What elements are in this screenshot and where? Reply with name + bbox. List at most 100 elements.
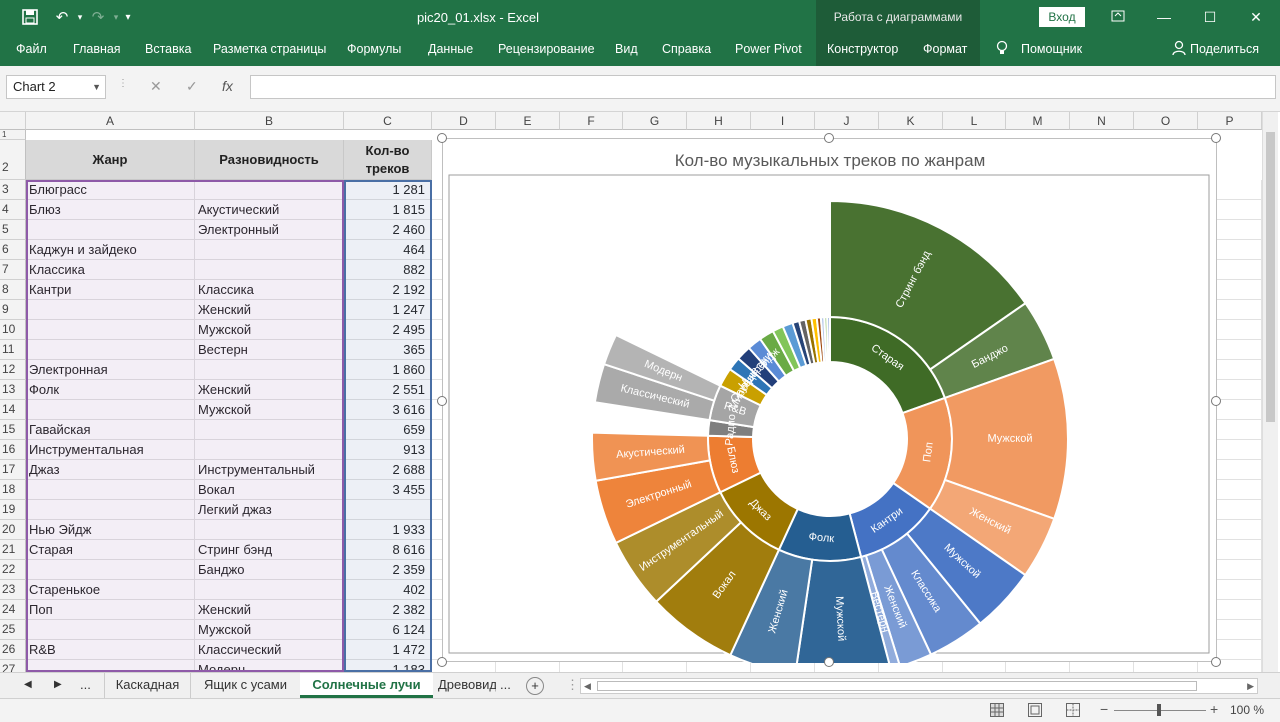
row-header[interactable]: 13 [0,380,26,400]
resize-handle-w[interactable] [437,396,447,406]
cell-genre[interactable]: Классика [26,260,195,280]
cell-variety[interactable]: Классический [195,640,344,660]
resize-handle-se[interactable] [1211,657,1221,667]
cell-count[interactable]: 3 616 [344,400,432,420]
cell-count[interactable]: 2 382 [344,600,432,620]
cell-count[interactable]: 1 472 [344,640,432,660]
cell-count[interactable] [344,500,432,520]
scroll-left-icon[interactable]: ◀ [584,679,591,693]
cell-variety[interactable] [195,240,344,260]
cell-count[interactable]: 2 359 [344,560,432,580]
cell-count[interactable]: 3 455 [344,480,432,500]
sheet-tab-sunburst[interactable]: Солнечные лучи [300,673,433,698]
chevron-down-icon[interactable]: ▼ [92,76,101,98]
cell-variety[interactable]: Электронный [195,220,344,240]
row-header[interactable]: 14 [0,400,26,420]
page-break-view-icon[interactable] [1066,703,1080,720]
cell-genre[interactable]: Старенькое [26,580,195,600]
cell-variety[interactable]: Модерн [195,660,344,672]
cell-genre[interactable]: Гавайская [26,420,195,440]
cell-genre[interactable]: Поп [26,600,195,620]
cell-genre[interactable]: Нью Эйдж [26,520,195,540]
cell-genre[interactable]: Кантри [26,280,195,300]
column-header-h[interactable]: H [687,112,751,130]
cell-count[interactable]: 1 183 [344,660,432,672]
header-genre[interactable]: Жанр [26,140,195,180]
row-header[interactable]: 9 [0,300,26,320]
row-header[interactable]: 19 [0,500,26,520]
cell-count[interactable]: 1 933 [344,520,432,540]
column-header-d[interactable]: D [432,112,496,130]
minimize-button[interactable]: — [1150,6,1178,28]
row-header[interactable]: 1 [0,130,26,140]
cell-genre[interactable]: Каджун и зайдеко [26,240,195,260]
cell-count[interactable]: 2 551 [344,380,432,400]
vertical-scrollbar[interactable] [1262,112,1278,672]
cell-genre[interactable]: Джаз [26,460,195,480]
cell-genre[interactable] [26,220,195,240]
column-header-k[interactable]: K [879,112,943,130]
column-header-n[interactable]: N [1070,112,1134,130]
cell-count[interactable]: 1 281 [344,180,432,200]
row-header[interactable]: 3 [0,180,26,200]
normal-view-icon[interactable] [990,703,1004,720]
cell-variety[interactable] [195,420,344,440]
cell-genre[interactable] [26,560,195,580]
tab-file[interactable]: Файл [16,42,47,56]
column-header-b[interactable]: B [195,112,344,130]
tab-power-pivot[interactable]: Power Pivot [735,42,802,56]
cell-genre[interactable]: Старая [26,540,195,560]
cell-genre[interactable] [26,500,195,520]
signin-button[interactable]: Вход [1039,7,1085,27]
cell-variety[interactable]: Женский [195,300,344,320]
tab-nav-next-icon[interactable]: ▶ [54,673,62,698]
cell-genre[interactable] [26,620,195,640]
cell-genre[interactable]: Инструментальная [26,440,195,460]
column-header-l[interactable]: L [943,112,1006,130]
chart-title[interactable]: Кол-во музыкальных треков по жанрам [675,151,986,170]
cell-genre[interactable]: Электронная [26,360,195,380]
row-header[interactable]: 5 [0,220,26,240]
cell-count[interactable]: 913 [344,440,432,460]
cell-count[interactable]: 2 688 [344,460,432,480]
row-header[interactable]: 20 [0,520,26,540]
scroll-right-icon[interactable]: ▶ [1247,679,1254,693]
cell-genre[interactable] [26,480,195,500]
resize-handle-s[interactable] [824,657,834,667]
cell-variety[interactable]: Легкий джаз [195,500,344,520]
cell-variety[interactable] [195,360,344,380]
cell-variety[interactable] [195,580,344,600]
column-header-g[interactable]: G [623,112,687,130]
cell-genre[interactable]: Блюграсс [26,180,195,200]
cell-genre[interactable] [26,320,195,340]
header-variety[interactable]: Разновидность [195,140,344,180]
column-header-f[interactable]: F [560,112,623,130]
cell-count[interactable]: 1 860 [344,360,432,380]
zoom-in-button[interactable]: + [1210,701,1218,717]
row-header[interactable]: 15 [0,420,26,440]
tab-home[interactable]: Главная [73,42,121,56]
cell-count[interactable]: 8 616 [344,540,432,560]
maximize-button[interactable]: ☐ [1196,6,1224,28]
row-header[interactable]: 17 [0,460,26,480]
tab-page-layout[interactable]: Разметка страницы [213,42,326,56]
insert-function-icon[interactable]: fx [222,78,233,94]
row-header[interactable]: 24 [0,600,26,620]
tell-me-assistant[interactable]: Помощник [1021,42,1082,56]
cell-count[interactable]: 464 [344,240,432,260]
tab-formulas[interactable]: Формулы [347,42,401,56]
sheet-tab-treemap[interactable]: Древовидная [438,673,496,698]
column-header-p[interactable]: P [1198,112,1262,130]
sunburst-chart[interactable]: Кол-во музыкальных треков по жанрам Стар… [442,138,1217,678]
zoom-out-button[interactable]: − [1100,701,1108,717]
cell-variety[interactable] [195,440,344,460]
cell-variety[interactable]: Мужской [195,400,344,420]
zoom-level[interactable]: 100 % [1230,703,1264,717]
cell-variety[interactable]: Вокал [195,480,344,500]
row-header[interactable]: 25 [0,620,26,640]
row-header[interactable]: 26 [0,640,26,660]
sheet-tab-box-whisker[interactable]: Ящик с усами [190,673,300,698]
cell-count[interactable]: 1 815 [344,200,432,220]
resize-handle-nw[interactable] [437,133,447,143]
name-box[interactable]: Chart 2 ▼ [6,75,106,99]
